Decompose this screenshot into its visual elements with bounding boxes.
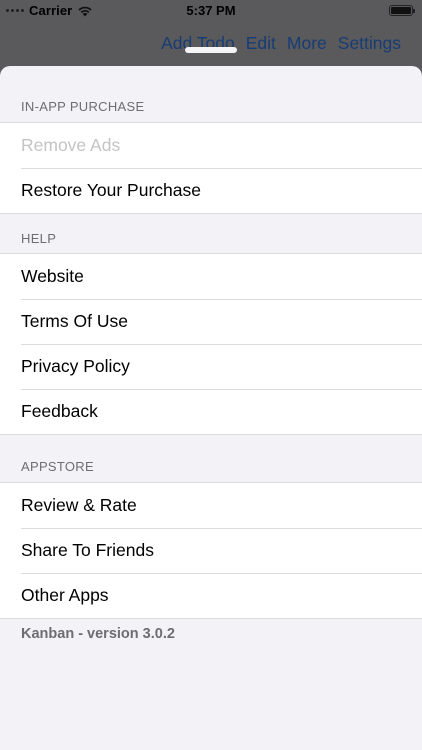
more-button[interactable]: More	[287, 33, 327, 54]
other-apps-row[interactable]: Other Apps	[0, 573, 422, 618]
section-header: HELP	[21, 231, 57, 246]
sheet-grabber-handle[interactable]	[185, 47, 237, 53]
terms-of-use-row[interactable]: Terms Of Use	[0, 299, 422, 344]
battery-icon	[389, 5, 415, 16]
section-header: IN-APP PURCHASE	[21, 99, 145, 114]
review-rate-row[interactable]: Review & Rate	[0, 483, 422, 528]
privacy-policy-row[interactable]: Privacy Policy	[0, 344, 422, 389]
settings-group: Website Terms Of Use Privacy Policy Feed…	[0, 253, 422, 435]
settings-group: Remove Ads Restore Your Purchase	[0, 122, 422, 214]
section-help: HELP Website Terms Of Use Privacy Policy…	[0, 214, 422, 435]
section-in-app-purchase: IN-APP PURCHASE Remove Ads Restore Your …	[0, 66, 422, 214]
remove-ads-row: Remove Ads	[21, 135, 121, 155]
section-header: APPSTORE	[21, 459, 94, 474]
settings-button[interactable]: Settings	[338, 33, 401, 54]
edit-button[interactable]: Edit	[246, 33, 276, 54]
settings-group: Review & Rate Share To Friends Other App…	[0, 482, 422, 619]
share-to-friends-row[interactable]: Share To Friends	[0, 528, 422, 573]
version-footer: Kanban - version 3.0.2	[21, 626, 175, 642]
website-row[interactable]: Website	[0, 254, 422, 299]
settings-sheet: IN-APP PURCHASE Remove Ads Restore Your …	[0, 66, 422, 750]
section-appstore: APPSTORE Review & Rate Share To Friends …	[0, 435, 422, 619]
status-bar: Carrier 5:37 PM	[0, 0, 422, 22]
feedback-row[interactable]: Feedback	[0, 389, 422, 434]
restore-purchase-row[interactable]: Restore Your Purchase	[0, 168, 422, 213]
status-time: 5:37 PM	[186, 3, 236, 18]
